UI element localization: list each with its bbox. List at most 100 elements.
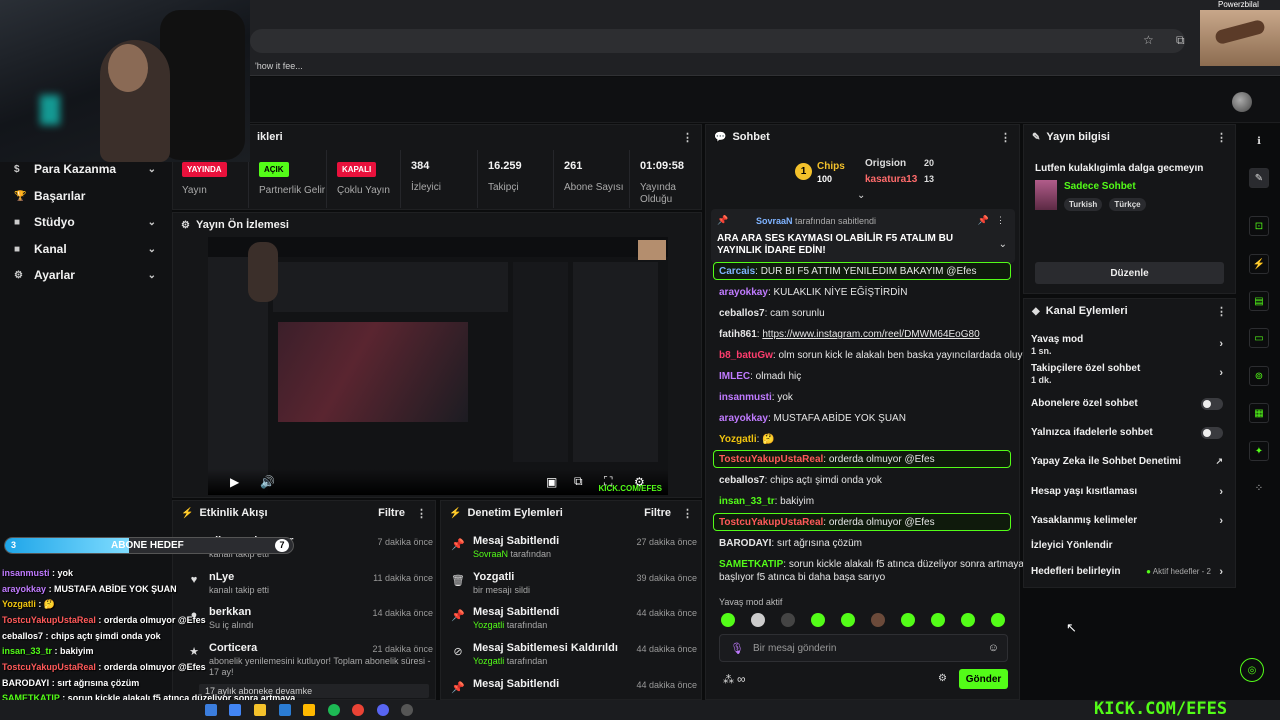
sidebar-item-basarilar[interactable]: 🏆 Başarılar xyxy=(14,186,164,206)
chat-username[interactable]: b8_batuGw xyxy=(719,350,773,361)
play-icon[interactable]: ▶ xyxy=(230,475,239,489)
unpin-icon[interactable]: 📌 xyxy=(978,215,989,226)
theater-icon[interactable]: ⧉ xyxy=(574,474,583,489)
chat-username[interactable]: ceballos7 xyxy=(719,308,765,319)
gear-icon[interactable]: ⚙ xyxy=(938,673,947,684)
bookmark-item[interactable]: 'how it fee... xyxy=(255,61,303,71)
bookmark-star-icon[interactable]: ☆ xyxy=(1143,33,1154,47)
windows-icon[interactable] xyxy=(205,704,217,716)
chat-username[interactable]: Yozgatli xyxy=(719,434,757,445)
filter-button[interactable]: Filtre xyxy=(378,507,405,519)
chat-username[interactable]: SAMETKATIP xyxy=(719,559,783,570)
stream-preview[interactable]: ▶ 🔊 ▣ ⧉ ⛶ ⚙ KICK.COM/EFES xyxy=(208,237,668,495)
sidebar-item-ayarlar[interactable]: ⚙ Ayarlar ⌄ xyxy=(14,265,164,285)
tag[interactable]: Türkçe xyxy=(1109,198,1146,211)
files-icon[interactable] xyxy=(303,704,315,716)
discord-icon[interactable] xyxy=(377,704,389,716)
emote-icon[interactable] xyxy=(721,613,735,627)
activity-user[interactable]: berkkan xyxy=(209,606,251,618)
folder-icon[interactable] xyxy=(254,704,266,716)
infinity-icon[interactable]: ∞ xyxy=(737,672,746,686)
sidebar-item-kanal[interactable]: ■ Kanal ⌄ xyxy=(14,239,164,259)
chat-username[interactable]: arayokkay xyxy=(719,287,768,298)
chrome-icon[interactable] xyxy=(352,704,364,716)
extensions-icon[interactable]: ⧉ xyxy=(1176,33,1185,48)
mod-action[interactable]: Yozgatli xyxy=(473,571,514,583)
chat-username[interactable]: arayokkay xyxy=(719,413,768,424)
action-subscribers-only[interactable]: Abonelere özel sohbet xyxy=(1031,398,1227,410)
chat-username[interactable]: TostcuYakupUstaReal xyxy=(719,517,823,528)
emote-icon[interactable] xyxy=(901,613,915,627)
lightning-icon[interactable]: ⚡ xyxy=(1249,254,1269,274)
wrench-icon[interactable]: ✦ xyxy=(1249,441,1269,461)
more-options-icon[interactable]: ⋮ xyxy=(1216,305,1227,318)
chat-icon[interactable]: ▭ xyxy=(1249,328,1269,348)
pinned-by[interactable]: SovraaN xyxy=(756,216,793,226)
info-icon[interactable]: ℹ xyxy=(1249,131,1269,151)
action-slow-mode[interactable]: Yavaş mod 1 sn. › xyxy=(1031,334,1227,356)
chat-text[interactable]: https://www.instagram.com/reel/DMWM64EoG… xyxy=(762,329,979,340)
broadcast-icon[interactable]: ⊚ xyxy=(1249,366,1269,386)
category-thumbnail[interactable] xyxy=(1035,180,1057,210)
spotify-icon[interactable] xyxy=(328,704,340,716)
mod-user[interactable]: SovraaN xyxy=(473,549,508,559)
action-emote-only[interactable]: Yalnızca ifadelerle sohbet xyxy=(1031,427,1227,439)
user-avatar[interactable] xyxy=(1232,92,1252,112)
pip-icon[interactable]: ▣ xyxy=(546,475,557,489)
more-options-icon[interactable]: ⋮ xyxy=(1216,131,1227,144)
obs-icon[interactable] xyxy=(401,704,413,716)
send-button[interactable]: Gönder xyxy=(959,669,1008,689)
more-options-icon[interactable]: ⋮ xyxy=(996,215,1005,226)
emote-icon[interactable] xyxy=(961,613,975,627)
chat-username[interactable]: insanmusti xyxy=(719,392,772,403)
action-followers-only[interactable]: Takipçilere özel sohbet 1 dk. › xyxy=(1031,363,1227,385)
emoji-icon[interactable]: ☺ xyxy=(988,642,999,654)
apps-icon[interactable]: ⁘ xyxy=(1249,478,1269,498)
chat-username[interactable]: IMLEC xyxy=(719,371,750,382)
activity-user[interactable]: nLye xyxy=(209,571,234,583)
pencil-icon[interactable]: ✎ xyxy=(1249,168,1269,188)
activity-user[interactable]: Corticera xyxy=(209,642,257,654)
action-account-age[interactable]: Hesap yaşı kısıtlaması › xyxy=(1031,486,1227,498)
chat-username[interactable]: insan_33_tr xyxy=(719,496,775,507)
edit-button[interactable]: Düzenle xyxy=(1035,262,1224,284)
clipboard-icon[interactable]: ▤ xyxy=(1249,291,1269,311)
mail-icon[interactable] xyxy=(279,704,291,716)
more-options-icon[interactable]: ⋮ xyxy=(416,507,427,520)
action-banned-words[interactable]: Yasaklanmış kelimeler › xyxy=(1031,515,1227,527)
address-bar[interactable] xyxy=(250,29,1185,53)
emote-icon[interactable] xyxy=(811,613,825,627)
kick-logo-icon[interactable]: ◎ xyxy=(1240,658,1264,682)
chips-icon[interactable]: ⁂ xyxy=(723,673,734,686)
emote-icon[interactable] xyxy=(871,613,885,627)
chat-input-box[interactable]: 🎙 Bir mesaj gönderin ☺ xyxy=(719,634,1008,662)
more-options-icon[interactable]: ⋮ xyxy=(1000,131,1011,144)
toggle-switch[interactable] xyxy=(1201,427,1223,439)
emote-icon[interactable] xyxy=(751,613,765,627)
category-name[interactable]: Sadece Sohbet xyxy=(1064,181,1136,192)
sidebar-item-para-kazanma[interactable]: $ Para Kazanma ⌄ xyxy=(14,159,164,179)
filter-button[interactable]: Filtre xyxy=(644,507,671,519)
camera-icon[interactable]: ⊡ xyxy=(1249,216,1269,236)
emote-icon[interactable] xyxy=(931,613,945,627)
chat-input[interactable]: Bir mesaj gönderin xyxy=(753,643,836,654)
browser-app-icon[interactable] xyxy=(229,704,241,716)
sidebar-item-studyo[interactable]: ■ Stüdyo ⌄ xyxy=(14,212,164,232)
top-chipper-1[interactable]: Origsion xyxy=(865,158,906,169)
top-chipper-2[interactable]: kasatura13 xyxy=(865,174,917,185)
more-options-icon[interactable]: ⋮ xyxy=(682,131,693,144)
action-ai-moderation[interactable]: Yapay Zeka ile Sohbet Denetimi ↗ xyxy=(1031,456,1227,467)
microphone-icon[interactable]: 🎙 xyxy=(730,642,744,655)
action-goals[interactable]: Hedefleri belirleyin ● Aktif hedefler - … xyxy=(1031,566,1227,578)
emote-icon[interactable] xyxy=(841,613,855,627)
chat-username[interactable]: BARODAYI xyxy=(719,538,771,549)
toggle-switch[interactable] xyxy=(1201,398,1223,410)
chat-username[interactable]: Carcais xyxy=(719,266,755,277)
emote-icon[interactable] xyxy=(991,613,1005,627)
collapse-icon[interactable]: ⌄ xyxy=(857,190,865,201)
chat-username[interactable]: ceballos7 xyxy=(719,475,765,486)
mod-user[interactable]: Yozgatli xyxy=(473,620,504,630)
tag[interactable]: Turkish xyxy=(1064,198,1103,211)
chat-username[interactable]: TostcuYakupUstaReal xyxy=(719,454,823,465)
layout-icon[interactable]: ▦ xyxy=(1249,403,1269,423)
